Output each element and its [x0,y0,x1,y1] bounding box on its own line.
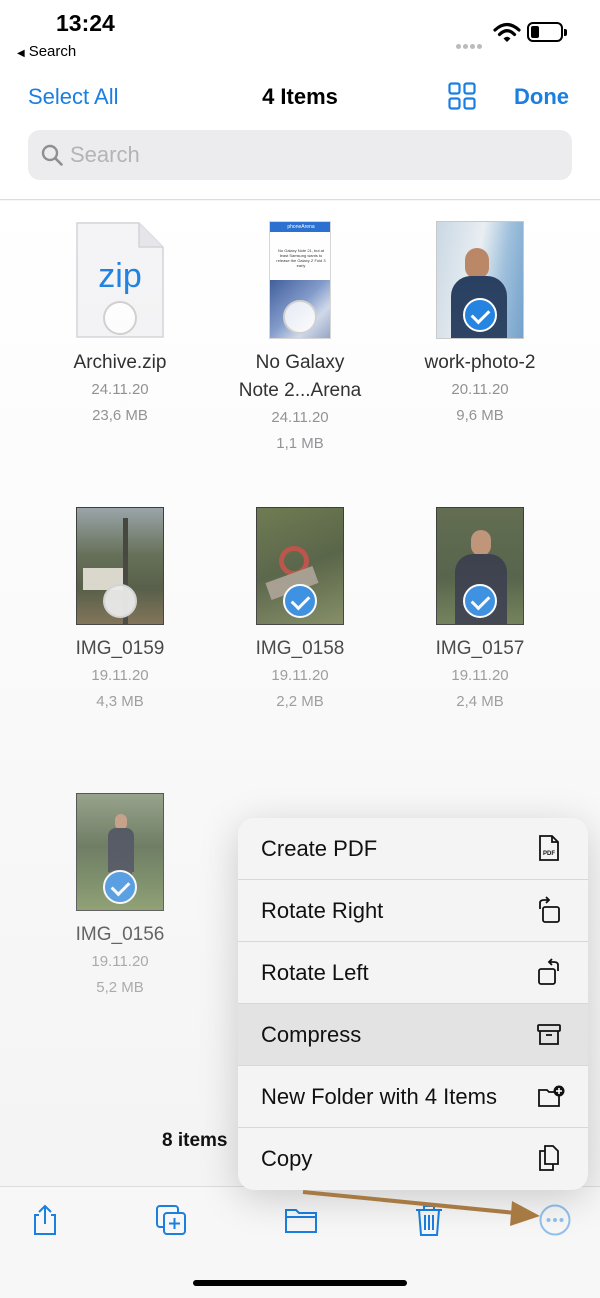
home-indicator [193,1280,407,1286]
battery-icon [527,22,567,42]
more-icon[interactable] [538,1203,572,1237]
folder-plus-icon [538,1085,565,1107]
selected-checkmark[interactable] [283,584,317,618]
back-to-app-link[interactable]: ◀ Search [17,43,76,60]
file-name: IMG_0157 [435,638,525,659]
article-headline: No Galaxy Note 21, but at least Samsung … [276,248,326,268]
share-icon[interactable] [28,1203,62,1237]
duplicate-icon[interactable] [154,1203,188,1237]
file-size: 1,1 MB [276,435,324,452]
file-name: IMG_0158 [255,638,345,659]
status-time: 13:24 [56,10,115,36]
file-date: 19.11.20 [451,667,509,684]
file-item-img-0157[interactable]: IMG_0157 19.11.20 2,4 MB [385,507,575,715]
menu-item-label: New Folder with 4 Items [261,1084,497,1109]
selection-circle[interactable] [103,584,137,618]
article-screenshot-thumbnail: phoneArena No Galaxy Note 21, but at lea… [269,221,331,339]
file-name-line-2: Note 2...Arena [238,380,362,401]
file-date: 24.11.20 [271,409,329,426]
file-name: Archive.zip [73,352,167,373]
back-app-label: Search [28,43,77,60]
status-bar: 13:24 ◀ Search [0,0,600,70]
menu-item-label: Rotate Left [261,960,369,985]
back-triangle-icon: ◀ [17,48,25,59]
menu-item-rotate-right[interactable]: Rotate Right [238,880,588,942]
photo-thumbnail [76,793,164,911]
selected-checkmark[interactable] [463,584,497,618]
item-count: 8 items [162,1130,228,1151]
trash-icon[interactable] [412,1203,446,1237]
menu-item-copy[interactable]: Copy [238,1128,588,1190]
move-folder-icon[interactable] [284,1203,318,1237]
file-name: work-photo-2 [424,352,536,373]
search-icon [41,144,63,166]
wifi-icon [493,22,521,42]
cellular-signal-icon [456,36,484,54]
selected-checkmark[interactable] [463,298,497,332]
archive-box-icon [537,1024,561,1045]
photo-thumbnail [256,507,344,625]
rotate-left-icon [538,958,559,985]
search-bar[interactable] [28,130,572,180]
file-name-line-1: No Galaxy [255,352,345,373]
selection-circle[interactable] [103,301,137,335]
file-item-work-photo-2[interactable]: work-photo-2 20.11.20 9,6 MB [385,221,575,429]
file-item-img-0158[interactable]: IMG_0158 19.11.20 2,2 MB [205,507,395,715]
file-date: 19.11.20 [91,953,149,970]
svg-text:PDF: PDF [543,851,555,857]
photo-thumbnail [76,507,164,625]
file-size: 4,3 MB [96,693,144,710]
menu-item-label: Rotate Right [261,898,384,923]
actions-context-menu: Create PDF PDF Rotate Right Rotate Left … [238,818,588,1190]
file-item-img-0159[interactable]: IMG_0159 19.11.20 4,3 MB [25,507,215,715]
file-date: 20.11.20 [451,381,509,398]
copy-doc-icon [539,1145,559,1171]
pdf-doc-icon: PDF [539,835,559,861]
photo-thumbnail [436,221,524,339]
article-header-bar: phoneArena [270,222,330,232]
file-date: 24.11.20 [91,381,149,398]
menu-item-label: Create PDF [261,836,378,861]
selected-checkmark[interactable] [103,870,137,904]
zip-label: zip [98,257,142,295]
menu-item-label: Copy [261,1146,313,1171]
search-input[interactable] [70,130,550,180]
menu-item-compress[interactable]: Compress [238,1004,588,1066]
file-date: 19.11.20 [271,667,329,684]
file-size: 9,6 MB [456,407,504,424]
file-size: 2,4 MB [456,693,504,710]
menu-item-label: Compress [261,1022,362,1047]
navigation-bar: Select All 4 Items Done [0,70,600,200]
file-name: IMG_0159 [75,638,165,659]
file-date: 19.11.20 [91,667,149,684]
select-all-button[interactable]: Select All [28,84,119,110]
file-item-galaxy-article[interactable]: phoneArena No Galaxy Note 21, but at lea… [205,221,395,457]
file-name: IMG_0156 [75,924,165,945]
menu-item-rotate-left[interactable]: Rotate Left [238,942,588,1004]
done-button[interactable]: Done [514,84,569,110]
grid-view-icon[interactable] [448,82,476,110]
file-size: 23,6 MB [92,407,148,424]
file-size: 5,2 MB [96,979,144,996]
photo-thumbnail [436,507,524,625]
menu-item-create-pdf[interactable]: Create PDF PDF [238,818,588,880]
selection-circle[interactable] [283,300,317,334]
file-item-img-0156[interactable]: IMG_0156 19.11.20 5,2 MB [25,793,215,1001]
file-size: 2,2 MB [276,693,324,710]
file-item-archive-zip[interactable]: zip Archive.zip 24.11.20 23,6 MB [25,221,215,429]
file-name: No Galaxy Note 2...Arena [205,349,395,405]
menu-item-new-folder[interactable]: New Folder with 4 Items [238,1066,588,1128]
zip-file-thumbnail: zip [75,221,165,339]
rotate-right-icon [539,896,560,923]
